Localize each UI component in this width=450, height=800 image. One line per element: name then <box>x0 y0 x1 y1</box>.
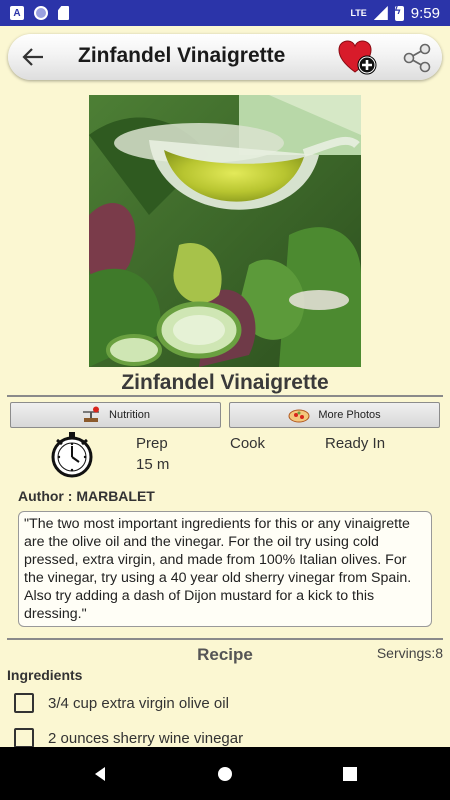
ingredient-checkbox[interactable] <box>14 693 34 713</box>
toolbar-title: Zinfandel Vinaigrette <box>78 44 286 67</box>
signal-icon <box>373 6 388 20</box>
scale-apple-icon <box>83 406 100 422</box>
arrow-left-icon <box>22 48 43 66</box>
more-photos-button[interactable]: More Photos <box>229 402 440 428</box>
share-icon <box>403 43 431 73</box>
recipe-title: Zinfandel Vinaigrette <box>121 371 329 394</box>
nutrition-button[interactable]: Nutrition <box>10 402 221 428</box>
status-bar: A LTE 9:59 <box>0 0 450 26</box>
system-nav-bar <box>0 747 450 800</box>
servings-label[interactable]: Servings:8 <box>377 645 443 661</box>
recipe-description: "The two most important ingredients for … <box>18 511 432 627</box>
sync-circle-icon <box>34 6 48 20</box>
share-button[interactable] <box>401 42 433 74</box>
ready-in-label: Ready In <box>325 435 386 452</box>
prep-value: 15 m <box>136 456 170 473</box>
clock-time: 9:59 <box>410 4 440 22</box>
network-type: LTE <box>350 8 367 18</box>
title-divider <box>7 395 443 397</box>
more-photos-label: More Photos <box>318 409 381 421</box>
photo-plate-icon <box>288 409 310 423</box>
description-divider <box>7 638 443 640</box>
sd-card-icon <box>58 6 69 20</box>
prep-label: Prep <box>136 435 168 452</box>
back-button[interactable] <box>18 40 48 74</box>
nav-back-icon[interactable] <box>92 766 108 782</box>
ingredient-text: 3/4 cup extra virgin olive oil <box>48 694 229 712</box>
author-label: Author : MARBALET <box>18 488 155 504</box>
ingredient-row[interactable]: 2 ounces sherry wine vinegar <box>14 727 243 749</box>
ingredients-heading: Ingredients <box>7 667 83 683</box>
notification-a-icon: A <box>10 6 24 20</box>
ingredient-text: 2 ounces sherry wine vinegar <box>48 729 244 747</box>
ingredient-row[interactable]: 3/4 cup extra virgin olive oil <box>14 692 229 714</box>
stopwatch-icon <box>51 432 93 478</box>
nav-home-icon[interactable] <box>217 766 233 782</box>
toolbar: Zinfandel Vinaigrette <box>0 26 450 88</box>
recipe-photo[interactable] <box>89 95 361 367</box>
cook-label: Cook <box>230 435 266 452</box>
add-favorite-button[interactable] <box>338 40 378 76</box>
salad-image <box>89 95 361 367</box>
ingredient-checkbox[interactable] <box>14 728 34 748</box>
battery-charging-icon <box>394 5 404 21</box>
nutrition-label: Nutrition <box>109 409 150 421</box>
nav-recents-icon[interactable] <box>342 766 358 782</box>
heart-plus-icon <box>338 40 377 75</box>
